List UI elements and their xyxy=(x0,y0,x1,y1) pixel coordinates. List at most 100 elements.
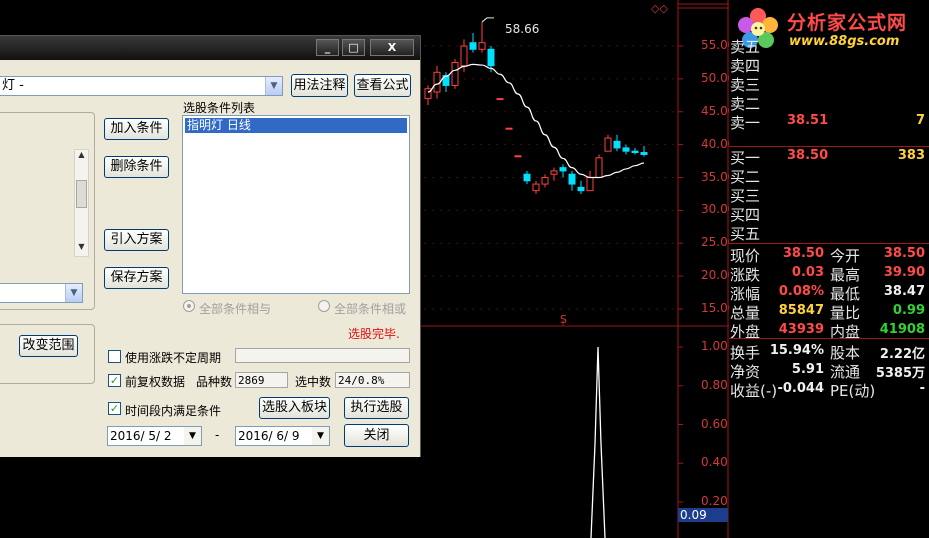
sell-label: 卖三 xyxy=(730,76,761,94)
indicator-tick-label: 0.40 xyxy=(701,455,728,470)
execute-screen-button[interactable]: 执行选股 xyxy=(344,397,409,419)
candles xyxy=(424,17,648,194)
stat-value: 0.08% xyxy=(778,284,824,299)
restore-rights-checkbox[interactable]: ✓ xyxy=(108,374,121,387)
date-to-picker[interactable]: 2016/ 6/ 9 ▼ xyxy=(235,426,330,446)
candle-body xyxy=(541,177,549,185)
high-marker-line xyxy=(481,17,494,23)
stat-value: 85847 xyxy=(778,303,824,318)
sell-row: 卖一 38.51 7 xyxy=(729,112,929,132)
minimize-button[interactable]: _ xyxy=(316,39,339,56)
formula-select[interactable]: 灯 - ▼ xyxy=(0,76,283,96)
high-price-mark: 58.66 xyxy=(505,22,540,36)
stat-label: 换手 xyxy=(730,344,761,362)
stat-label: PE(动) xyxy=(830,382,876,400)
unfixed-period-bar xyxy=(235,348,410,363)
close-button[interactable]: 关闭 xyxy=(344,424,409,447)
range-panel: 改变范围 xyxy=(0,324,95,384)
stat-value: 2.22亿 xyxy=(879,347,925,362)
scroll-down-icon[interactable]: ▼ xyxy=(75,242,88,256)
selected-count-value: 24/0.8% xyxy=(335,372,410,388)
scroll-up-icon[interactable]: ▲ xyxy=(75,150,88,164)
add-to-block-button[interactable]: 选股入板块 xyxy=(259,397,330,419)
condition-list[interactable]: 指明灯 日线 xyxy=(182,115,410,294)
stat-value: 15.94% xyxy=(769,343,824,358)
stat-value: 5385万 xyxy=(875,366,925,381)
sell-label: 卖五 xyxy=(730,38,761,56)
buy-label: 买三 xyxy=(730,187,761,205)
buy-volume: 383 xyxy=(897,148,925,163)
candle-body xyxy=(559,167,567,172)
chevron-down-icon[interactable]: ▼ xyxy=(312,427,329,445)
candle-body xyxy=(469,42,477,50)
condition-list-item[interactable]: 指明灯 日线 xyxy=(185,118,407,133)
dialog-titlebar[interactable]: _ □ X xyxy=(0,36,420,60)
indicator-tick-label: 0.60 xyxy=(701,416,728,431)
change-range-button[interactable]: 改变范围 xyxy=(19,335,78,357)
candle-body xyxy=(514,155,522,158)
stat-row: 总量 85847 量比 0.99 xyxy=(729,302,929,322)
sell-row: 卖四 xyxy=(729,55,929,75)
stat-row: 涨跌 0.03 最高 39.90 xyxy=(729,264,929,284)
stock-screener-dialog: _ □ X 灯 - ▼ 用法注释 查看公式 ▲ ▼ ▼ 加入条件 删除条件 引入… xyxy=(0,35,421,457)
chevron-down-icon[interactable]: ▼ xyxy=(265,77,282,95)
stat-label: 今开 xyxy=(830,247,861,265)
radio-or[interactable] xyxy=(318,300,330,312)
stat-label: 最高 xyxy=(830,266,861,284)
indicator-tick-label: 0.20 xyxy=(701,494,728,508)
stat-value: 39.90 xyxy=(883,265,925,280)
param-scrollbar[interactable]: ▲ ▼ xyxy=(74,149,89,257)
price-tick-label: 25.00 xyxy=(701,235,736,250)
stat-value: 38.47 xyxy=(883,284,925,299)
candle-body xyxy=(487,48,495,67)
maximize-button[interactable]: □ xyxy=(342,39,365,56)
stat-label: 股本 xyxy=(830,344,861,362)
price-tick-label: 45.00 xyxy=(701,103,736,118)
scroll-thumb[interactable] xyxy=(76,180,87,208)
period-condition-checkbox[interactable]: ✓ xyxy=(108,402,121,415)
stat-value: - xyxy=(919,381,925,396)
buy-row: 买一 38.50 383 xyxy=(729,147,929,167)
stock-count-value: 2869 xyxy=(235,372,288,388)
buy-row: 买四 xyxy=(729,204,929,224)
unfixed-period-label: 使用涨跌不定周期 xyxy=(125,351,222,365)
usage-note-button[interactable]: 用法注释 xyxy=(291,74,348,97)
import-scheme-button[interactable]: 引入方案 xyxy=(104,229,169,251)
date-to-value: 2016/ 6/ 9 xyxy=(238,429,300,443)
chevron-down-icon[interactable]: ▼ xyxy=(65,284,82,302)
param-select[interactable]: ▼ xyxy=(0,283,83,303)
stat-value: 0.99 xyxy=(892,303,925,318)
sell-label: 卖一 xyxy=(730,114,761,132)
date-separator: - xyxy=(215,428,220,442)
stat-label: 总量 xyxy=(730,304,761,322)
candle-body xyxy=(631,150,639,154)
chevron-down-icon[interactable]: ▼ xyxy=(184,427,201,445)
add-condition-button[interactable]: 加入条件 xyxy=(104,118,169,140)
unfixed-period-checkbox[interactable] xyxy=(108,350,121,363)
stat-row: 外盘 43939 内盘 41908 xyxy=(729,321,929,341)
save-scheme-button[interactable]: 保存方案 xyxy=(104,267,169,289)
buy-row: 买二 xyxy=(729,166,929,186)
date-from-picker[interactable]: 2016/ 5/ 2 ▼ xyxy=(107,426,202,446)
indicator-tick-label: 1.00 xyxy=(701,339,728,353)
stats-divider xyxy=(729,243,929,244)
stat-value: 0.03 xyxy=(791,265,824,280)
buy-price: 38.50 xyxy=(787,148,829,163)
delete-condition-button[interactable]: 删除条件 xyxy=(104,156,169,178)
stat-label: 现价 xyxy=(730,247,761,265)
buy-row: 买五 xyxy=(729,223,929,243)
sell-volume: 7 xyxy=(915,113,925,128)
sell-row: 卖二 xyxy=(729,93,929,113)
stat-label: 最低 xyxy=(830,285,861,303)
view-formula-button[interactable]: 查看公式 xyxy=(354,74,411,97)
logo-title: 分析家公式网 xyxy=(787,12,908,34)
close-window-button[interactable]: X xyxy=(370,39,414,56)
sell-price: 38.51 xyxy=(787,113,829,128)
candle-body xyxy=(496,98,504,101)
quote-panel: 分析家公式网 www.88gs.com 卖五 卖四 卖三 卖二 卖一 38.51… xyxy=(729,0,929,538)
stat-row: 净资 5.91 流通 5385万 xyxy=(729,361,929,381)
candle-body xyxy=(613,140,621,149)
candle-body xyxy=(622,147,630,152)
radio-and[interactable] xyxy=(183,300,195,312)
candle-body xyxy=(604,137,612,152)
